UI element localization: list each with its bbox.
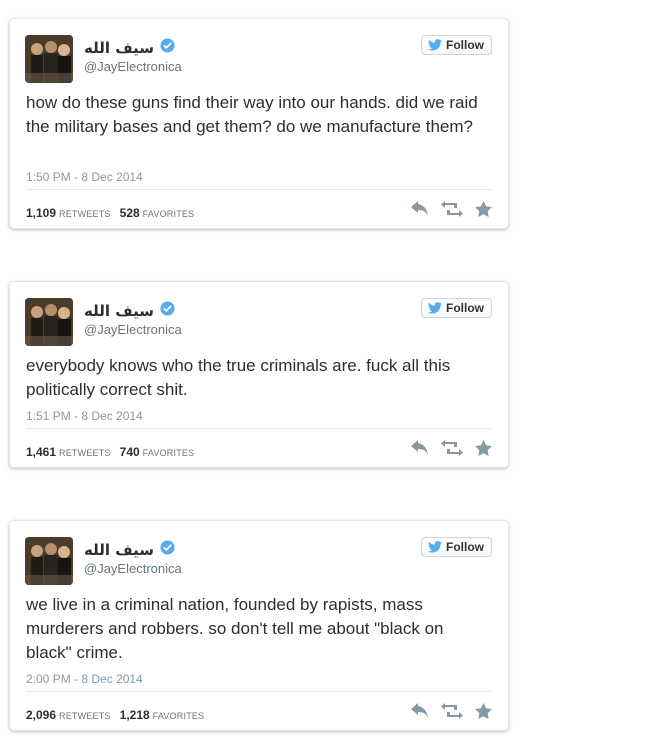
display-name[interactable]: سيف الله [84,38,175,57]
tweet-actions [411,440,492,461]
display-name-text[interactable]: سيف الله [84,39,154,57]
tweet-stats: 2,096 RETWEETS 1,218 FAVORITES [26,708,213,722]
twitter-bird-icon [428,302,442,314]
timestamp[interactable]: 1:50 PM - 8 Dec 2014 [26,170,143,184]
twitter-bird-icon [428,39,442,51]
retweet-icon[interactable] [441,703,463,724]
divider [26,428,492,429]
favorite-icon[interactable] [475,703,492,724]
retweet-count[interactable]: 1,109 [26,206,56,220]
follow-label: Follow [446,540,484,554]
tweet-stats: 1,109 RETWEETS 528 FAVORITES [26,206,203,220]
handle[interactable]: @JayElectronica [84,59,182,74]
favorite-icon[interactable] [475,201,492,222]
retweet-count[interactable]: 2,096 [26,708,56,722]
favorites-label[interactable]: FAVORITES [143,448,195,458]
retweet-icon[interactable] [441,201,463,222]
retweets-label[interactable]: RETWEETS [59,209,111,219]
favorite-icon[interactable] [475,440,492,461]
tweet-text: how do these guns find their way into ou… [26,93,478,136]
follow-label: Follow [446,38,484,52]
retweets-label[interactable]: RETWEETS [59,711,111,721]
handle[interactable]: @JayElectronica [84,561,182,576]
tweet-text: we live in a criminal nation, founded by… [26,595,444,662]
divider [26,189,492,190]
verified-icon [160,301,175,320]
tweet-card: سيف الله @JayElectronica Follow how do t… [9,18,509,229]
follow-label: Follow [446,301,484,315]
display-name[interactable]: سيف الله [84,301,175,320]
tweet-card: سيف الله @JayElectronica Follow everybod… [9,281,509,468]
display-name-text[interactable]: سيف الله [84,302,154,320]
retweet-count[interactable]: 1,461 [26,445,56,459]
tweet-card: سيف الله @JayElectronica Follow we live … [9,520,509,731]
display-name[interactable]: سيف الله [84,540,175,559]
reply-icon[interactable] [411,703,429,724]
reply-icon[interactable] [411,440,429,461]
verified-icon [160,540,175,559]
tweet-text: everybody knows who the true criminals a… [26,356,451,399]
favorite-count[interactable]: 1,218 [120,708,150,722]
follow-button[interactable]: Follow [421,35,492,55]
favorites-label[interactable]: FAVORITES [143,209,195,219]
retweets-label[interactable]: RETWEETS [59,448,111,458]
verified-icon [160,38,175,57]
timestamp[interactable]: 1:51 PM - 8 Dec 2014 [26,409,143,423]
divider [26,691,492,692]
reply-icon[interactable] [411,201,429,222]
favorites-label[interactable]: FAVORITES [153,711,205,721]
handle[interactable]: @JayElectronica [84,322,182,337]
avatar[interactable] [25,298,73,346]
avatar[interactable] [25,35,73,83]
tweet-actions [411,703,492,724]
twitter-bird-icon [428,541,442,553]
display-name-text[interactable]: سيف الله [84,541,154,559]
favorite-count[interactable]: 528 [120,206,140,220]
timestamp[interactable]: 2:00 PM - 8 Dec 2014 [26,672,143,686]
tweet-stats: 1,461 RETWEETS 740 FAVORITES [26,445,203,459]
retweet-icon[interactable] [441,440,463,461]
follow-button[interactable]: Follow [421,298,492,318]
tweet-actions [411,201,492,222]
follow-button[interactable]: Follow [421,537,492,557]
favorite-count[interactable]: 740 [120,445,140,459]
avatar[interactable] [25,537,73,585]
